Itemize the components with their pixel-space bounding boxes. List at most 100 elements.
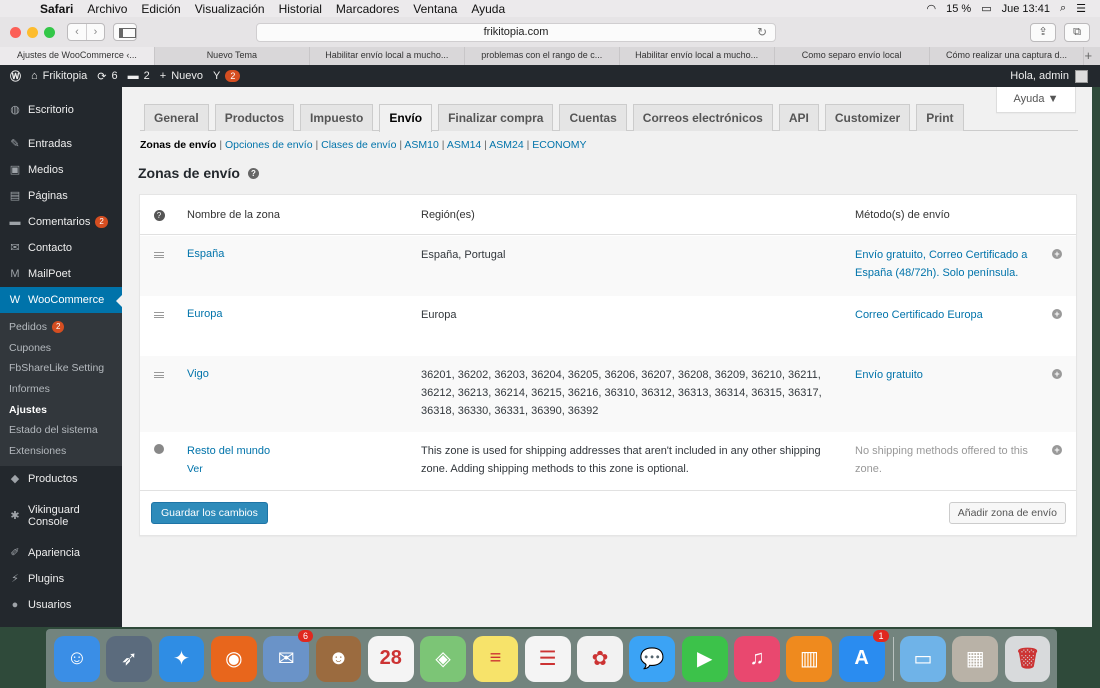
zone-methods-link[interactable]: Envío gratuito, Correo Certificado a Esp… [855, 246, 1043, 282]
tab-impuesto[interactable]: Impuesto [300, 104, 374, 131]
tab-productos[interactable]: Productos [214, 104, 295, 131]
close-window-button[interactable] [10, 26, 21, 38]
notification-center-icon[interactable]: ☰ [1076, 2, 1086, 15]
drag-handle-icon[interactable] [152, 369, 166, 381]
browser-tab[interactable]: Habilitar envío local a mucho... [309, 47, 465, 65]
address-bar[interactable]: frikitopia.com ↻ [256, 23, 776, 42]
add-method-icon[interactable]: + [1052, 444, 1064, 456]
menu-marcadores[interactable]: Marcadores [336, 2, 399, 16]
folder-icon[interactable]: ▭ [900, 635, 946, 682]
tab-print[interactable]: Print [916, 104, 964, 131]
zone-name-link[interactable]: Resto del mundo [187, 442, 387, 460]
zone-methods-link[interactable]: Envío gratuito [855, 366, 1043, 384]
photos-icon[interactable]: ✿ [577, 635, 623, 682]
wifi-icon[interactable]: ◠ [927, 2, 937, 15]
drag-handle-icon[interactable] [152, 309, 166, 321]
sidebar-item-usuarios[interactable]: ● Usuarios [0, 592, 122, 618]
browser-tab[interactable]: Cómo realizar una captura d... [929, 47, 1085, 65]
sidebar-toggle-icon[interactable] [113, 23, 137, 41]
account-menu[interactable]: Hola, admin [1010, 69, 1100, 83]
appstore-icon[interactable]: A1 [838, 629, 889, 682]
facetime-icon[interactable]: ▶ [681, 635, 728, 682]
subnav-link[interactable]: Opciones de envío [225, 139, 313, 151]
subnav-link[interactable]: ASM24 [489, 139, 523, 151]
browser-tab[interactable]: Como separo envío local [774, 47, 930, 65]
updates-link[interactable]: ⟳ 6 [97, 70, 117, 83]
drag-handle-icon[interactable] [152, 249, 166, 261]
sidebar-item-productos[interactable]: ◆ Productos [0, 466, 122, 492]
launchpad-icon[interactable]: ➶ [106, 635, 153, 682]
subnav-link[interactable]: Clases de envío [321, 139, 396, 151]
calendar-icon[interactable]: 28 [367, 635, 414, 682]
ibooks-icon[interactable]: ▥ [786, 635, 833, 682]
mail-stamp-icon[interactable]: ✉ 6 [263, 629, 314, 682]
browser-tab[interactable]: Habilitar envío local a mucho... [619, 47, 775, 65]
clock[interactable]: Jue 13:41 [1002, 3, 1050, 15]
zone-methods-link[interactable]: Correo Certificado Europa [855, 306, 1043, 324]
menu-ayuda[interactable]: Ayuda [471, 2, 505, 16]
add-method-icon[interactable]: + [1052, 368, 1064, 380]
tab-envío[interactable]: Envío [379, 104, 433, 132]
add-zone-button[interactable]: Añadir zona de envío [948, 502, 1066, 524]
contacts-icon[interactable]: ☻ [315, 635, 362, 682]
site-name-link[interactable]: ⌂ Frikitopia [31, 70, 87, 82]
tab-cuentas[interactable]: Cuentas [559, 104, 627, 131]
messages-icon[interactable]: 💬 [629, 635, 676, 682]
zone-name-link[interactable]: Vigo [187, 368, 387, 380]
downloads-icon[interactable]: ▦ [952, 635, 999, 682]
share-icon[interactable]: ⇪ [1030, 23, 1056, 42]
reload-icon[interactable]: ↻ [757, 24, 767, 41]
tab-general[interactable]: General [144, 104, 209, 131]
back-button[interactable]: ‹ [68, 24, 86, 40]
seo-plugin-link[interactable]: Y2 [213, 70, 241, 82]
menu-historial[interactable]: Historial [279, 2, 322, 16]
itunes-icon[interactable]: ♫ [734, 635, 780, 682]
subnav-link[interactable]: ASM10 [404, 139, 438, 151]
browser-tab[interactable]: problemas con el rango de c... [464, 47, 620, 65]
tab-customizer[interactable]: Customizer [824, 104, 911, 131]
menu-archivo[interactable]: Archivo [87, 2, 127, 16]
sidebar-item-plugins[interactable]: ⚡ Plugins [0, 566, 122, 592]
comments-link[interactable]: ▬ 2 [128, 70, 150, 82]
menu-visualización[interactable]: Visualización [195, 2, 265, 16]
new-content-link[interactable]: + Nuevo [160, 70, 203, 82]
sidebar-item-apariencia[interactable]: ✐ Apariencia [0, 540, 122, 566]
submenu-item[interactable]: Ajustes [0, 400, 122, 421]
reminders-icon[interactable]: ☰ [524, 635, 571, 682]
forward-button[interactable]: › [86, 24, 104, 40]
sidebar-item-vikinguard-console[interactable]: ✱ Vikinguard Console [0, 492, 122, 540]
add-method-icon[interactable]: + [1052, 308, 1064, 320]
tab-finalizar-compra[interactable]: Finalizar compra [438, 104, 554, 131]
subnav-link[interactable]: ASM14 [447, 139, 481, 151]
menu-edición[interactable]: Edición [141, 2, 180, 16]
minimize-window-button[interactable] [27, 26, 38, 38]
tab-correos-electrónicos[interactable]: Correos electrónicos [632, 104, 773, 131]
safari-icon[interactable]: ✦ [158, 635, 205, 682]
sidebar-item-entradas[interactable]: ✎ Entradas [0, 131, 122, 157]
subnav-link[interactable]: ECONOMY [532, 139, 586, 151]
view-link[interactable]: Ver [187, 460, 387, 478]
battery-icon[interactable]: ▭ [981, 2, 991, 15]
firefox-icon[interactable]: ◉ [210, 635, 257, 682]
browser-tab[interactable]: Ajustes de WooCommerce ‹... [0, 47, 155, 65]
sidebar-item-comentarios[interactable]: ▬ Comentarios 2 [0, 209, 122, 235]
wordpress-logo-icon[interactable]: Ⓦ [10, 68, 21, 84]
maps-icon[interactable]: ◈ [420, 635, 466, 682]
finder-icon[interactable]: ☺ [54, 635, 100, 682]
tab-api[interactable]: API [778, 104, 819, 131]
trash-icon[interactable]: 🗑 [1004, 635, 1051, 682]
zoom-window-button[interactable] [44, 26, 55, 38]
submenu-item[interactable]: Informes [0, 379, 122, 400]
browser-tab[interactable]: Nuevo Tema [154, 47, 310, 65]
submenu-item[interactable]: Estado del sistema [0, 420, 122, 441]
menu-safari[interactable]: Safari [40, 2, 73, 16]
spotlight-icon[interactable]: ⌕ [1060, 2, 1066, 15]
submenu-item[interactable]: Pedidos 2 [0, 317, 122, 338]
help-icon[interactable]: ? [152, 195, 166, 235]
sidebar-item-contacto[interactable]: ✉ Contacto [0, 235, 122, 261]
save-button[interactable]: Guardar los cambios [151, 502, 268, 524]
sidebar-item-medios[interactable]: ▣ Medios [0, 157, 122, 183]
notes-icon[interactable]: ≡ [472, 635, 519, 682]
help-tooltip-icon[interactable]: ? [247, 167, 259, 179]
sidebar-item-woocommerce[interactable]: W WooCommerce [0, 287, 122, 313]
